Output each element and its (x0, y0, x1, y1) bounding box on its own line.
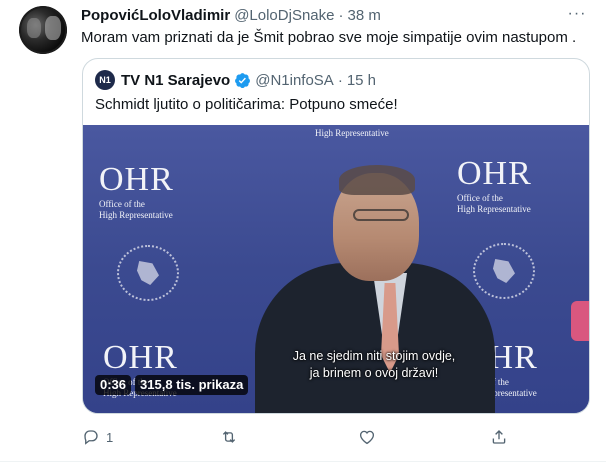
author-avatar[interactable] (19, 6, 67, 54)
share-icon (492, 430, 506, 444)
ohr-top-caption: High Representative (315, 128, 389, 138)
quoted-tweet-text: Schmidt ljutito o političarima: Potpuno … (95, 96, 398, 113)
more-icon[interactable]: ··· (564, 2, 590, 26)
quoted-timestamp[interactable]: 15 h (347, 72, 376, 89)
tweet-text: Moram vam priznati da je Šmit pobrao sve… (81, 29, 577, 46)
reply-button[interactable]: 1 (82, 427, 113, 447)
quoted-tweet[interactable]: N1 TV N1 Sarajevo @N1infoSA · 15 h Schmi… (82, 58, 590, 414)
separator-dot: · (337, 71, 343, 89)
share-button[interactable] (490, 427, 514, 447)
video-player[interactable]: High Representative OHR Office of the Hi… (83, 125, 589, 413)
microphone (571, 301, 589, 341)
separator-dot: · (338, 6, 344, 24)
avatar-ring (19, 6, 67, 54)
video-subtitle-line-1: Ja ne sjedim niti stojim ovdje, (292, 349, 456, 363)
ohr-logo-left-top: OHR Office of the High Representative (99, 161, 174, 220)
verified-icon (235, 72, 251, 88)
video-duration: 0:36 (95, 375, 132, 395)
quoted-author-avatar[interactable]: N1 (95, 70, 115, 90)
quoted-tweet-header: N1 TV N1 Sarajevo @N1infoSA · 15 h (95, 70, 376, 90)
retweet-icon (222, 431, 236, 443)
tweet-header: PopovićLoloVladimir @LoloDjSnake · 38 m (81, 5, 381, 25)
like-button[interactable] (358, 427, 382, 447)
reply-count: 1 (106, 429, 114, 445)
like-icon (359, 430, 375, 445)
reply-icon (84, 430, 98, 445)
tweet[interactable]: PopovićLoloVladimir @LoloDjSnake · 38 m … (0, 0, 606, 462)
author-name[interactable]: PopovićLoloVladimir (81, 7, 230, 24)
video-badges: 0:36 315,8 tis. prikaza (95, 375, 249, 395)
tweet-actions: 1 (82, 427, 506, 447)
quoted-author-name[interactable]: TV N1 Sarajevo (121, 72, 230, 89)
author-handle[interactable]: @LoloDjSnake (234, 7, 334, 24)
quoted-author-handle[interactable]: @N1infoSA (255, 72, 334, 89)
tweet-timestamp[interactable]: 38 m (347, 7, 380, 24)
video-view-count: 315,8 tis. prikaza (135, 375, 249, 395)
retweet-button[interactable] (220, 427, 244, 447)
ohr-emblem-left (117, 245, 179, 301)
